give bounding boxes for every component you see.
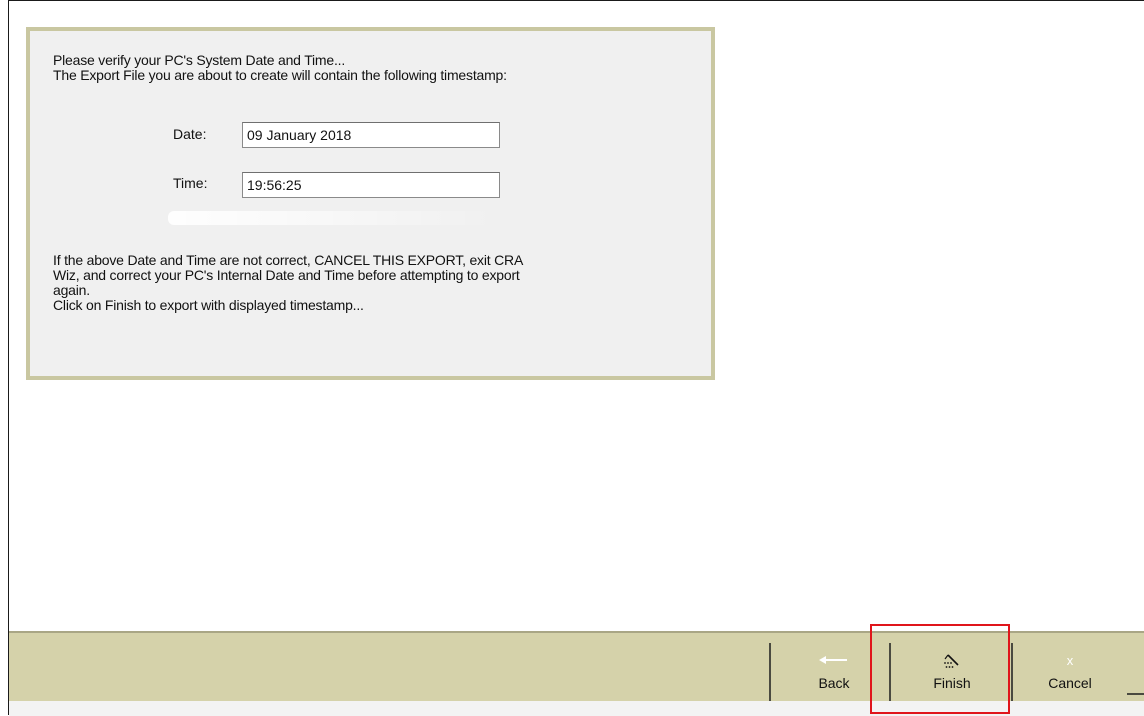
time-field[interactable]: 19:56:25: [242, 172, 500, 198]
cancel-button[interactable]: x Cancel: [1015, 639, 1125, 699]
close-icon: x: [1066, 653, 1074, 668]
arrow-left-icon: [779, 647, 889, 675]
separator: [1127, 693, 1144, 695]
finish-button-label: Finish: [933, 675, 971, 691]
timestamp-info-panel: Please verify your PC's System Date and …: [26, 27, 715, 380]
finish-hint-text: Click on Finish to export with displayed…: [53, 297, 364, 313]
separator: [769, 643, 771, 701]
cancel-button-label: Cancel: [1048, 675, 1092, 691]
date-label: Date:: [173, 126, 207, 142]
warning-text-line-2: Wiz, and correct your PC's Internal Date…: [53, 267, 520, 283]
separator: [1011, 643, 1013, 701]
separator: [889, 643, 891, 701]
window-bottom-strip: [9, 701, 1144, 716]
date-field[interactable]: 09 January 2018: [242, 122, 500, 148]
warning-text-line-1: If the above Date and Time are not corre…: [53, 252, 524, 268]
timestamp-intro-text: The Export File you are about to create …: [53, 67, 507, 83]
time-label: Time:: [173, 175, 208, 191]
finish-button[interactable]: Finish: [897, 639, 1007, 699]
warning-text-line-3: again.: [53, 282, 90, 298]
export-wizard-window: Please verify your PC's System Date and …: [8, 0, 1144, 716]
wizard-wand-icon: [897, 647, 1007, 675]
blurred-region: [168, 211, 498, 225]
back-button-label: Back: [818, 675, 850, 691]
verify-instruction-text: Please verify your PC's System Date and …: [53, 52, 346, 68]
back-button[interactable]: Back: [779, 639, 889, 699]
wizard-button-bar: Back Finish x Cancel: [9, 631, 1144, 701]
